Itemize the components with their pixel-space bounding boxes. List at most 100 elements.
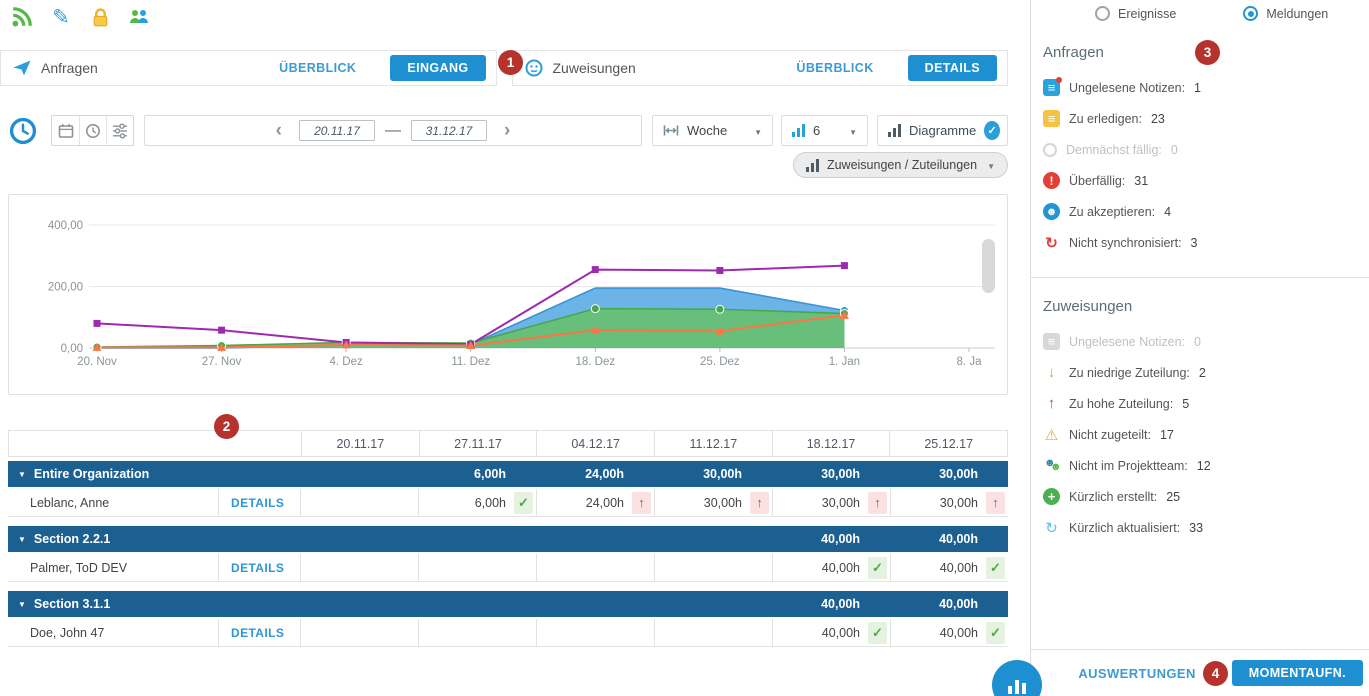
resize-horizontal-icon — [663, 124, 679, 137]
item-count: 2 — [1199, 366, 1206, 380]
value-cell — [418, 619, 536, 646]
date-to-input[interactable] — [411, 120, 487, 141]
item-count: 0 — [1194, 335, 1201, 349]
person-name: Doe, John 47 — [8, 619, 218, 646]
zuweisungen-ueberblick-link[interactable]: ÜBERBLICK — [796, 61, 873, 75]
clock-icon[interactable] — [79, 116, 106, 145]
value-cell — [654, 554, 772, 581]
sidebar-item[interactable]: Ungelesene Notizen: 0 — [1043, 326, 1363, 357]
item-label: Zu hohe Zuteilung: — [1069, 397, 1173, 411]
team-icon[interactable] — [127, 5, 151, 29]
sidebar-item[interactable]: Überfällig:31 — [1043, 165, 1363, 196]
item-count: 33 — [1189, 521, 1203, 535]
feed-icon[interactable] — [10, 5, 34, 29]
checked-toggle-icon[interactable] — [984, 121, 1000, 140]
time-view-button[interactable] — [8, 115, 38, 146]
lock-icon[interactable] — [88, 5, 112, 29]
radio-option[interactable]: Ereignisse — [1095, 6, 1176, 21]
high-allocation-icon — [1043, 395, 1060, 412]
sidebar-item[interactable]: Nicht im Projektteam:12 — [1043, 450, 1363, 481]
item-label: Ungelesene Notizen: — [1069, 81, 1185, 95]
ok-check-icon — [986, 622, 1005, 644]
details-button[interactable]: DETAILS — [908, 55, 997, 81]
next-period-icon[interactable] — [497, 121, 517, 140]
svg-text:18. Dez: 18. Dez — [575, 356, 615, 368]
item-label: Ungelesene Notizen: — [1069, 335, 1185, 349]
group-details-cell — [218, 461, 300, 487]
value-cell: 6,00h — [418, 489, 536, 516]
sidebar-item[interactable]: Kürzlich aktualisiert:33 — [1043, 512, 1363, 543]
collapse-chevron-icon[interactable] — [18, 532, 34, 546]
value-cell: 30,00h — [890, 489, 1008, 516]
item-count: 3 — [1191, 236, 1198, 250]
details-link[interactable]: DETAILS — [218, 554, 300, 581]
sidebar-item[interactable]: Kürzlich erstellt:25 — [1043, 481, 1363, 512]
series-dropdown[interactable]: Zuweisungen / Zuteilungen — [793, 152, 1008, 178]
diagrams-toggle[interactable]: Diagramme — [877, 115, 1008, 146]
collapse-chevron-icon[interactable] — [18, 467, 34, 481]
not-in-team-icon — [1043, 457, 1060, 474]
auswertungen-link[interactable]: AUSWERTUNGEN — [1078, 666, 1195, 681]
sliders-icon[interactable] — [106, 116, 133, 145]
sidebar-item[interactable]: Demnächst fällig:0 — [1043, 134, 1363, 165]
table-header-row: 20.11.1727.11.1704.12.1711.12.1718.12.17… — [8, 430, 1008, 457]
eingang-button[interactable]: EINGANG — [390, 55, 485, 81]
momentaufn-button[interactable]: MOMENTAUFN. — [1232, 660, 1363, 686]
collapse-chevron-icon[interactable] — [18, 597, 34, 611]
sidebar-item[interactable]: Zu hohe Zuteilung:5 — [1043, 388, 1363, 419]
cell-value: 30,00h — [890, 467, 986, 481]
group-name[interactable]: Section 3.1.1 — [8, 591, 218, 617]
interval-dropdown[interactable]: Woche — [652, 115, 773, 146]
anfragen-section: AnfragenUngelesene Notizen:1Zu erledigen… — [1043, 44, 1363, 258]
sidebar-item[interactable]: Zu erledigen:23 — [1043, 103, 1363, 134]
radio-checked-icon[interactable] — [1243, 6, 1258, 21]
group-name[interactable]: Section 2.2.1 — [8, 526, 218, 552]
value-cell — [300, 489, 418, 516]
calendar-icon[interactable] — [52, 116, 79, 145]
period-count-dropdown[interactable]: 6 — [781, 115, 868, 146]
group-row: Section 2.2.140,00h40,00h — [8, 526, 1008, 552]
group-row: Section 3.1.1 40,00h40,00h — [8, 591, 1008, 617]
notification-mode-radios: Ereignisse Meldungen — [1031, 6, 1369, 21]
edit-icon[interactable] — [49, 5, 73, 29]
cell-value: 30,00h — [772, 467, 868, 481]
radio-label: Meldungen — [1266, 7, 1328, 21]
group-name[interactable]: Entire Organization — [8, 461, 218, 487]
row-label: Section 2.2.1 — [34, 532, 110, 546]
details-link[interactable]: DETAILS — [218, 489, 300, 516]
row-label: Palmer, ToD DEV — [30, 561, 127, 575]
annotation-badge-2: 2 — [214, 414, 239, 439]
cell-value: 40,00h — [891, 561, 986, 575]
sidebar-item[interactable]: Zu akzeptieren:4 — [1043, 196, 1363, 227]
prev-period-icon[interactable] — [269, 121, 289, 140]
date-from-input[interactable] — [299, 120, 375, 141]
value-cell: 30,00h — [772, 489, 890, 516]
value-cell: 6,00h — [418, 461, 536, 487]
chart-scrollbar[interactable] — [982, 239, 995, 293]
anfragen-ueberblick-link[interactable]: ÜBERBLICK — [279, 61, 356, 75]
value-cell: 40,00h — [890, 526, 1008, 552]
value-cell — [300, 526, 418, 552]
sidebar-item[interactable]: Zu niedrige Zuteilung:2 — [1043, 357, 1363, 388]
section-divider — [1031, 277, 1369, 278]
cell-value: 24,00h — [536, 467, 632, 481]
sidebar-item[interactable]: Nicht zugeteilt:17 — [1043, 419, 1363, 450]
value-cell — [300, 591, 418, 617]
value-cell: 30,00h — [772, 461, 890, 487]
item-count: 17 — [1160, 428, 1174, 442]
details-link[interactable]: DETAILS — [218, 619, 300, 646]
sidebar-item[interactable]: Ungelesene Notizen:1 — [1043, 72, 1363, 103]
view-mode-segment — [51, 115, 134, 146]
value-cell: 30,00h — [654, 489, 772, 516]
cell-value: 30,00h — [891, 496, 986, 510]
sidebar-item[interactable]: Nicht synchronisiert:3 — [1043, 227, 1363, 258]
radio-unchecked-icon[interactable] — [1095, 6, 1110, 21]
cell-value: 40,00h — [890, 597, 986, 611]
row-label: Section 3.1.1 — [34, 597, 110, 611]
value-cell: 40,00h — [772, 591, 890, 617]
over-allocation-icon — [986, 492, 1005, 514]
svg-text:8. Ja: 8. Ja — [957, 356, 983, 368]
svg-text:4. Dez: 4. Dez — [330, 356, 363, 368]
radio-option[interactable]: Meldungen — [1243, 6, 1328, 21]
value-cell — [654, 591, 772, 617]
